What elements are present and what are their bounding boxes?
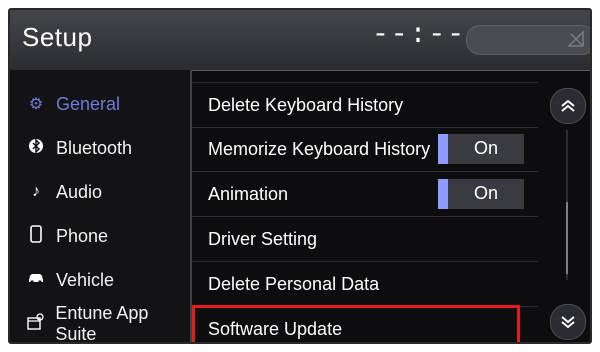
phone-icon — [26, 224, 46, 248]
toggle-indicator — [438, 134, 448, 164]
gear-icon: ⚙ — [28, 96, 44, 113]
delete-personal-data-row[interactable]: Delete Personal Data — [192, 262, 538, 307]
sidebar-item-label: Vehicle — [56, 269, 115, 290]
music-note-icon: ♪ — [32, 183, 40, 200]
double-chevron-down-icon — [561, 316, 575, 329]
head-unit-screen: Setup --:-- ⚙ General Bluetooth ♪ Audio — [8, 8, 592, 344]
sidebar-item-label: General — [56, 93, 121, 114]
scroll-down-button[interactable] — [550, 304, 586, 340]
sidebar-item-vehicle[interactable]: Vehicle — [10, 258, 190, 302]
animation-row[interactable]: Animation On — [192, 172, 538, 217]
row-label: Driver Setting — [208, 229, 318, 249]
delete-keyboard-history-row[interactable]: Delete Keyboard History — [192, 82, 538, 128]
row-label: Memorize Keyboard History — [208, 139, 431, 159]
software-update-row[interactable]: Software Update — [192, 305, 538, 342]
row-label: Animation — [208, 184, 289, 204]
title-bar: Setup --:-- — [10, 10, 590, 71]
toggle-value: On — [474, 138, 499, 158]
no-signal-icon — [567, 30, 584, 47]
bluetooth-icon — [26, 137, 46, 159]
scroll-up-button[interactable] — [550, 88, 586, 124]
row-label: Software Update — [208, 319, 343, 339]
memorize-keyboard-history-toggle[interactable]: On — [438, 134, 524, 164]
signal-status-indicator — [466, 25, 590, 55]
sidebar-item-bluetooth[interactable]: Bluetooth — [10, 126, 190, 170]
toggle-indicator — [438, 179, 448, 209]
sidebar-item-phone[interactable]: Phone — [10, 214, 190, 258]
car-icon — [26, 271, 46, 289]
driver-setting-row[interactable]: Driver Setting — [192, 217, 538, 262]
memorize-keyboard-history-row[interactable]: Memorize Keyboard History On — [192, 127, 538, 172]
page-title: Setup — [22, 22, 93, 52]
animation-toggle[interactable]: On — [438, 179, 524, 209]
sidebar-item-general[interactable]: ⚙ General — [10, 82, 190, 126]
toggle-value: On — [474, 183, 499, 203]
apps-icon — [26, 312, 45, 336]
scrollbar — [540, 70, 590, 342]
sidebar-item-audio[interactable]: ♪ Audio — [10, 170, 190, 214]
clock-readout: --:-- — [372, 20, 467, 51]
sidebar-item-label: Phone — [56, 225, 109, 246]
double-chevron-up-icon — [561, 99, 575, 112]
sidebar: ⚙ General Bluetooth ♪ Audio Phone Vehicl… — [10, 70, 191, 344]
sidebar-item-label: Audio — [56, 181, 103, 202]
sidebar-item-label: Bluetooth — [56, 137, 133, 158]
settings-list: Delete Keyboard History Memorize Keyboar… — [192, 70, 538, 342]
row-label: Delete Keyboard History — [208, 95, 404, 115]
sidebar-item-entune-app-suite[interactable]: Entune App Suite — [10, 302, 190, 344]
row-label: Delete Personal Data — [208, 274, 380, 294]
scroll-thumb[interactable] — [566, 202, 568, 274]
sidebar-item-label: Entune App Suite — [55, 303, 149, 344]
